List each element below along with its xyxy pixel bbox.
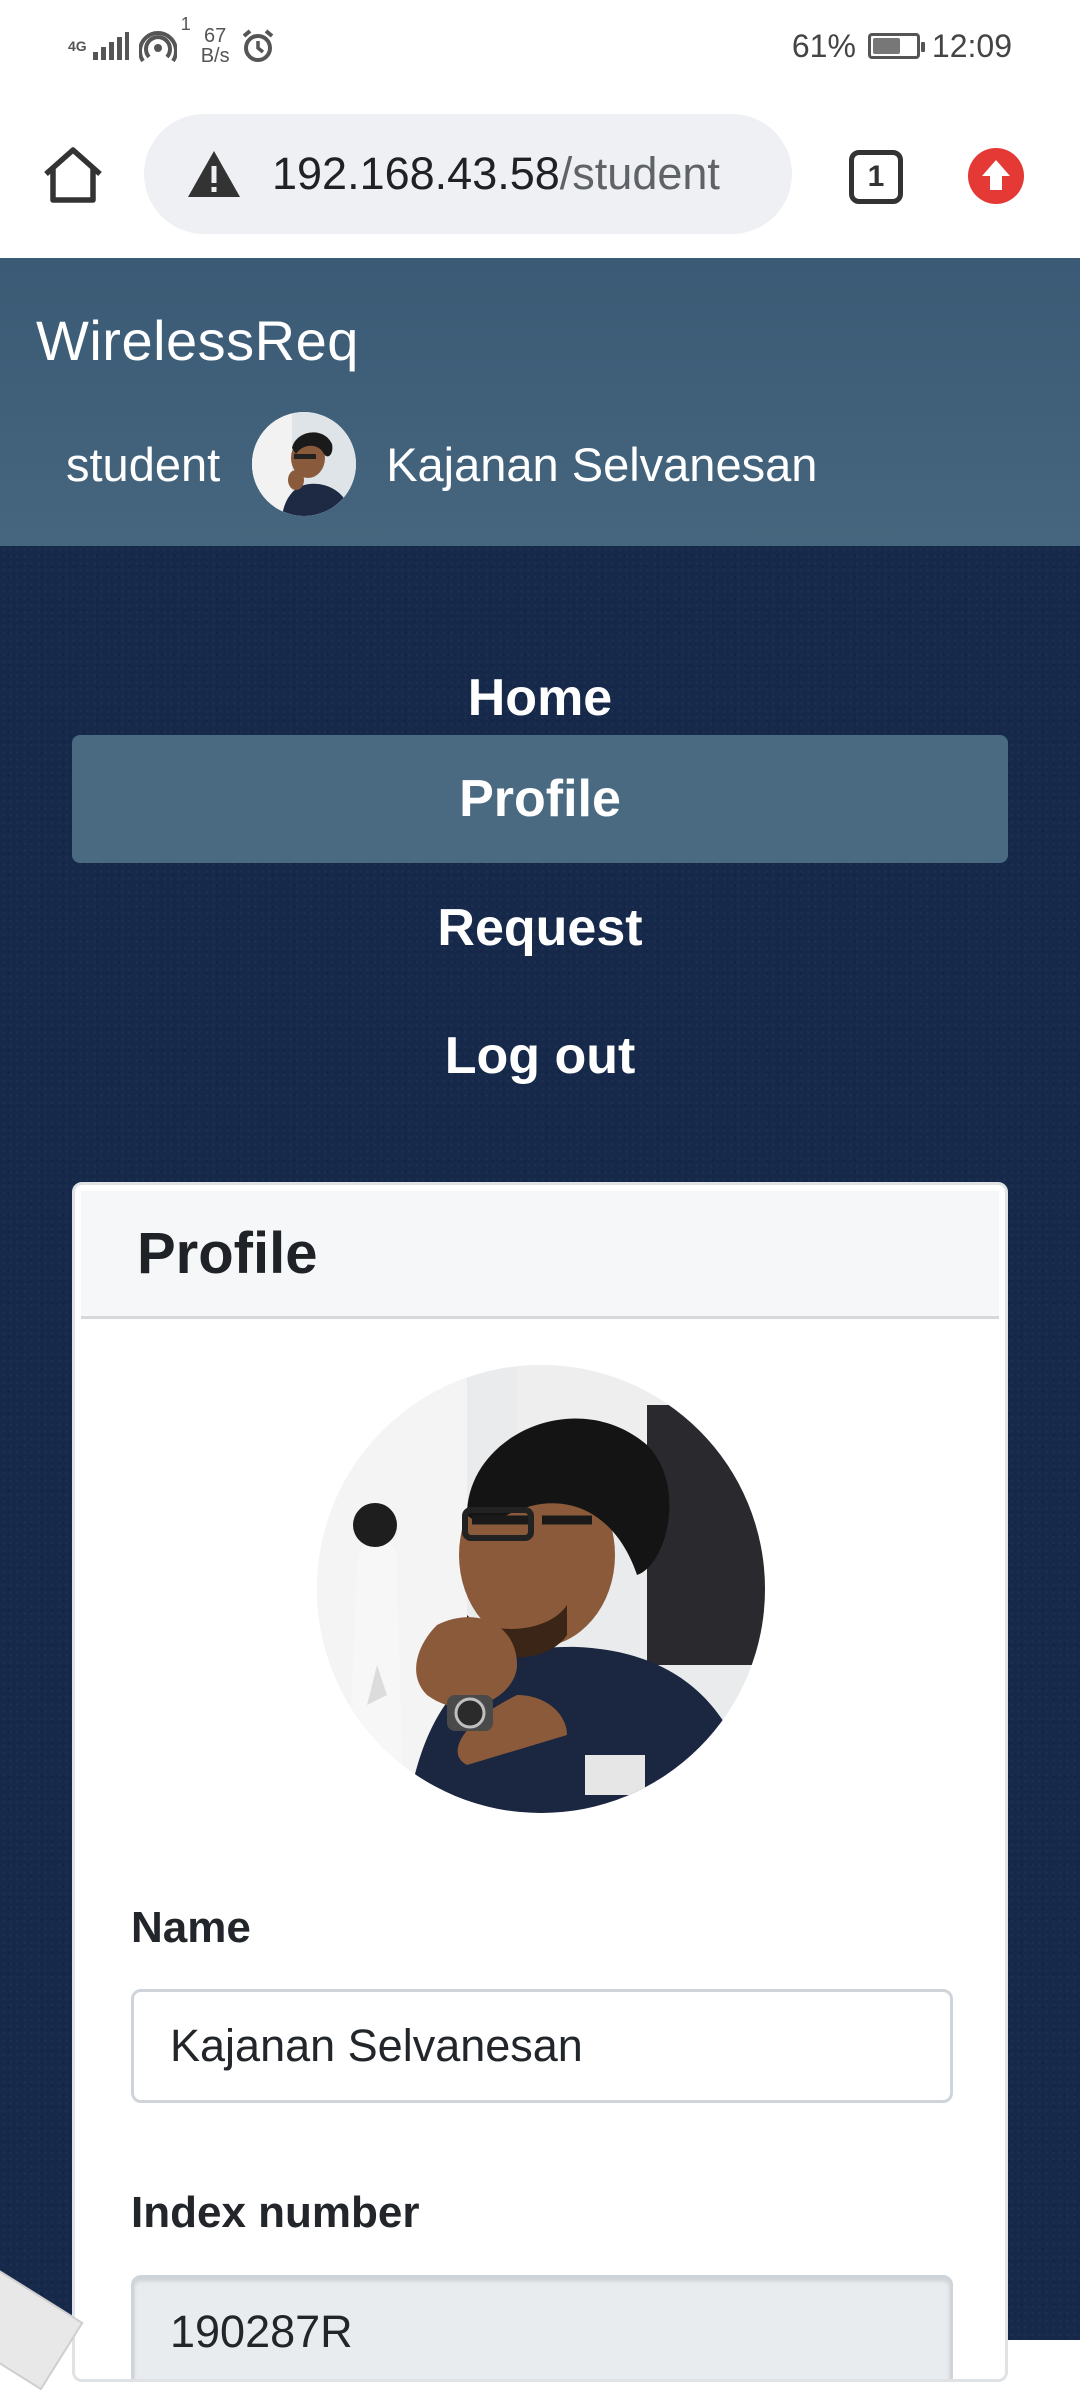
signal-icon bbox=[92, 32, 129, 60]
tabs-icon[interactable]: 1 bbox=[849, 150, 903, 204]
user-info: student Kajanan Selvanesan bbox=[66, 412, 817, 516]
status-left: 4G 1 67 B/s bbox=[68, 14, 276, 74]
profile-photo-image bbox=[317, 1365, 765, 1813]
alarm-icon bbox=[242, 29, 273, 62]
url-path: /student bbox=[559, 148, 720, 199]
status-bar: 4G 1 67 B/s 61% 12:09 bbox=[0, 0, 1080, 92]
card-header: Profile bbox=[81, 1191, 999, 1319]
browser-toolbar: 192.168.43.58/student 1 bbox=[0, 92, 1080, 258]
warning-icon[interactable] bbox=[186, 149, 242, 199]
avatar-photo bbox=[252, 412, 357, 516]
nav-item-logout[interactable]: Log out bbox=[72, 992, 1008, 1120]
address-bar[interactable]: 192.168.43.58/student bbox=[144, 114, 792, 234]
update-icon[interactable] bbox=[968, 148, 1024, 204]
network-type: 4G bbox=[68, 38, 87, 54]
card-title: Profile bbox=[137, 1221, 318, 1286]
site-header: WirelessReq student Kajanan Selvanesan bbox=[0, 258, 1080, 546]
status-right: 61% 12:09 bbox=[792, 18, 1012, 74]
nav-item-label: Profile bbox=[459, 770, 621, 828]
nav-item-label: Log out bbox=[444, 1027, 636, 1085]
index-number-field[interactable]: 190287R bbox=[131, 2275, 953, 2379]
home-icon[interactable] bbox=[40, 142, 106, 208]
speed-unit: B/s bbox=[200, 45, 230, 67]
field-label-name: Name bbox=[131, 1903, 251, 1952]
field-label-index: Index number bbox=[131, 2188, 420, 2237]
battery-fill bbox=[872, 38, 900, 54]
nav-item-label: Request bbox=[437, 899, 643, 957]
main-content: Home Profile Request Log out Profile Nam… bbox=[0, 546, 1080, 2382]
clock: 12:09 bbox=[931, 27, 1012, 64]
nav-item-request[interactable]: Request bbox=[72, 864, 1008, 992]
url-text: 192.168.43.58/student bbox=[272, 148, 720, 200]
nav-item-profile[interactable]: Profile bbox=[72, 735, 1008, 863]
index-number-value: 190287R bbox=[170, 2306, 353, 2357]
speed-value: 67 bbox=[204, 25, 227, 47]
avatar bbox=[252, 412, 357, 516]
user-name: Kajanan Selvanesan bbox=[386, 437, 818, 491]
nav-item-label: Home bbox=[467, 669, 613, 727]
sim-index: 1 bbox=[180, 14, 191, 34]
tab-count: 1 bbox=[867, 160, 885, 193]
network-speed: 67 B/s bbox=[201, 26, 230, 66]
profile-photo bbox=[317, 1365, 765, 1813]
name-field[interactable]: Kajanan Selvanesan bbox=[131, 1989, 953, 2103]
brand-title[interactable]: WirelessReq bbox=[36, 308, 359, 373]
battery-percent: 61% bbox=[791, 27, 856, 64]
name-field-value: Kajanan Selvanesan bbox=[170, 2020, 583, 2071]
user-role: student bbox=[66, 437, 221, 491]
battery-icon bbox=[867, 33, 925, 59]
profile-card: Profile Name Kajanan Selvanesan Index nu… bbox=[72, 1182, 1008, 2382]
url-host: 192.168.43.58 bbox=[272, 148, 560, 199]
hotspot-icon bbox=[138, 31, 177, 63]
